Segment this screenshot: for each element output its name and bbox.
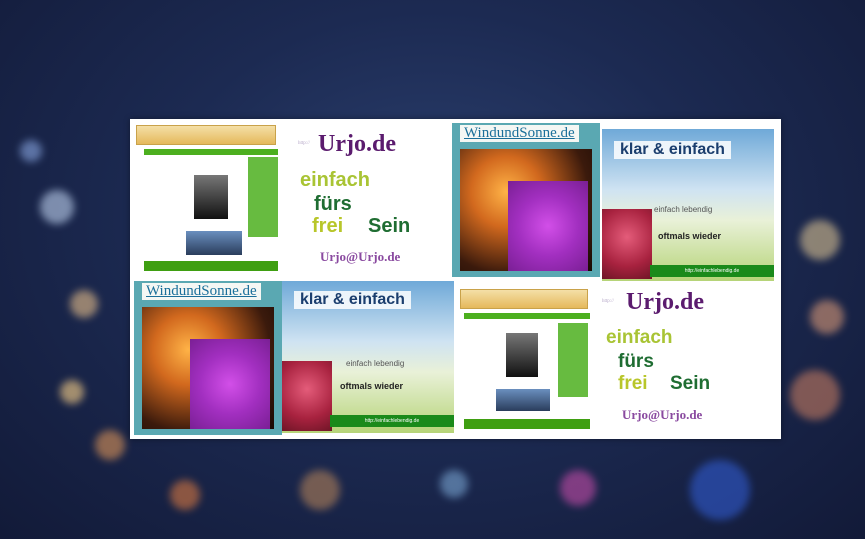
bokeh-light [95,430,125,460]
bokeh-light [790,370,840,420]
bokeh-light [70,290,98,318]
bokeh-light [810,300,844,334]
word-einfach: einfach [300,169,371,191]
bokeh-light [560,470,596,506]
website-thumbnail [130,119,282,277]
word-frei: frei [312,215,344,237]
site-sidebar [558,323,588,397]
urjo-title: Urjo.de [626,289,704,315]
word-sein: Sein [670,373,711,394]
klar-einfach-tile: klar & einfach einfach lebendig oftmals … [602,129,774,281]
bokeh-light [170,480,200,510]
site-header-banner [460,289,588,309]
urjo-email: Urjo@Urjo.de [622,407,703,422]
bokeh-light [60,380,84,404]
bokeh-light [690,460,750,520]
urjo-email: Urjo@Urjo.de [320,249,401,264]
klar-footer: http://einfachlebendig.de [330,415,454,427]
bokeh-light [440,470,468,498]
purple-flower-photo [190,339,270,429]
word-fuers: fürs [618,351,654,372]
site-photo [194,175,228,219]
word-sein: Sein [368,215,411,237]
windundsonne-tile: WindundSonne.de [134,281,282,435]
site-sidebar [248,157,278,237]
small-prefix-text: http:// [602,299,614,304]
urjo-title: Urjo.de [318,131,396,157]
klar-einfach-tile: klar & einfach einfach lebendig oftmals … [282,281,454,433]
klar-line-2: oftmals wieder [658,231,722,241]
klar-line-1: einfach lebendig [654,205,713,214]
site-header-banner [136,125,276,145]
site-nav-bar [144,149,278,155]
bokeh-light [20,140,42,162]
bokeh-light [800,220,840,260]
site-nav-bar [464,313,590,319]
klar-footer: http://einfachlebendig.de [650,265,774,277]
purple-flower-photo [508,181,588,271]
website-thumbnail [454,283,594,439]
windundsonne-title: WindundSonne.de [460,125,579,142]
website-collage: http:// Urjo.de einfach fürs frei Sein U… [130,119,781,439]
bokeh-light [40,190,74,224]
word-einfach: einfach [606,327,673,348]
klar-einfach-title: klar & einfach [294,291,411,309]
klar-line-1: einfach lebendig [346,359,405,368]
site-footer [144,261,278,271]
tulip-photo [282,361,332,431]
site-portrait-photo [186,231,242,255]
klar-einfach-title: klar & einfach [614,141,731,159]
klar-line-2: oftmals wieder [340,381,404,391]
tulip-photo [602,209,652,279]
windundsonne-title: WindundSonne.de [142,283,261,300]
bokeh-light [300,470,340,510]
site-portrait-photo [496,389,550,411]
site-photo [506,333,538,377]
urjo-text-tile: http:// Urjo.de einfach fürs frei Sein U… [286,119,452,277]
windundsonne-tile: WindundSonne.de [452,123,600,277]
word-fuers: fürs [314,193,352,215]
urjo-text-tile: http:// Urjo.de einfach fürs frei Sein U… [596,281,781,439]
small-prefix-text: http:// [298,141,310,146]
word-frei: frei [618,373,648,394]
site-footer [464,419,590,429]
